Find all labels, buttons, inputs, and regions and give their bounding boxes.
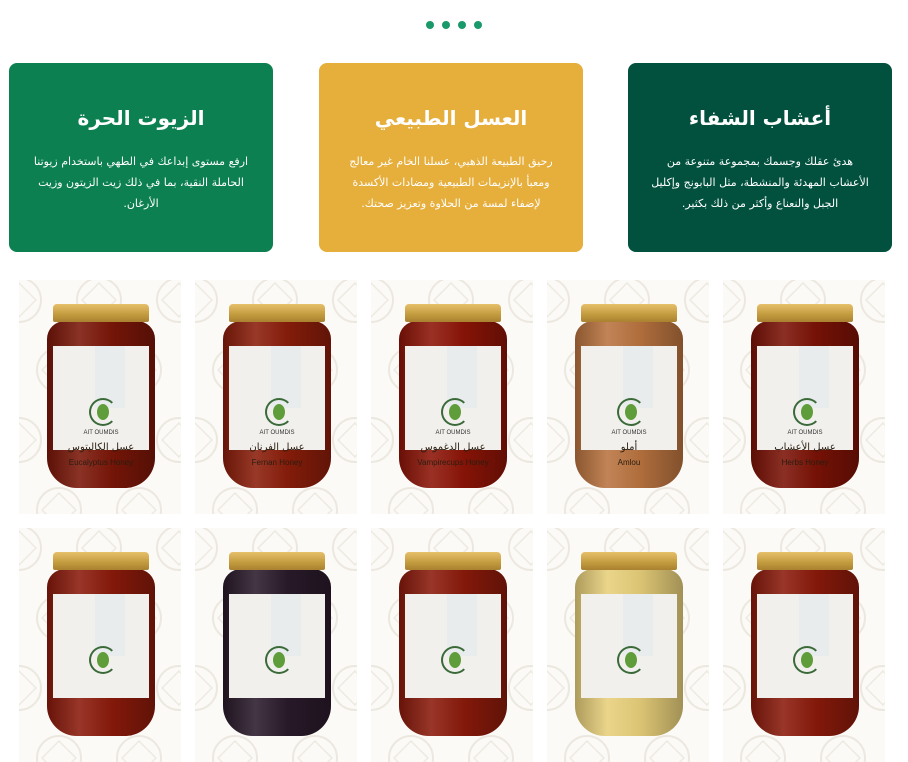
jar-lid [405, 552, 501, 570]
carousel-dot[interactable] [426, 21, 434, 29]
jar-label [581, 594, 677, 698]
jar-label [229, 594, 325, 698]
category-description: رحيق الطبيعة الذهبي، عسلنا الخام غير معا… [349, 155, 553, 210]
leaf-icon [625, 404, 637, 420]
product-card[interactable] [547, 528, 709, 762]
category-card-oils[interactable]: الزيوت الحرة ارفع مستوى إبداعك في الطهي … [9, 63, 273, 252]
product-brand: AIT OUMDIS [83, 430, 119, 436]
jar-lid [229, 552, 325, 570]
product-name-ar: عسل الفرنان [249, 442, 305, 453]
jar-label [405, 594, 501, 698]
product-name-ar: عسل الأعشاب [774, 442, 836, 453]
jar-label: AIT OUMDIS عسل الدغموس Vampirecups Honey [405, 346, 501, 467]
product-name-en: Herbs Honey [781, 458, 829, 467]
category-card-honey[interactable]: العسل الطبيعي رحيق الطبيعة الذهبي، عسلنا… [319, 63, 583, 252]
leaf-icon [97, 404, 109, 420]
product-card[interactable]: AIT OUMDIS عسل الدغموس Vampirecups Honey [371, 280, 533, 514]
leaf-icon [801, 652, 813, 668]
product-card[interactable] [19, 528, 181, 762]
leaf-icon [97, 652, 109, 668]
product-card[interactable]: AIT OUMDIS عسل الفرنان Fernan Honey [195, 280, 357, 514]
leaf-icon [273, 404, 285, 420]
category-description: ارفع مستوى إبداعك في الطهي باستخدام زيوت… [33, 155, 249, 210]
jar-lid [229, 304, 325, 322]
product-name-ar: أملو [620, 442, 638, 453]
jar-lid [405, 304, 501, 322]
jar-lid [53, 552, 149, 570]
leaf-icon [273, 652, 285, 668]
jar-lid [757, 552, 853, 570]
jar-label: AIT OUMDIS عسل الأعشاب Herbs Honey [757, 346, 853, 467]
carousel-dot[interactable] [474, 21, 482, 29]
product-card[interactable] [723, 528, 885, 762]
leaf-icon [801, 404, 813, 420]
product-brand: AIT OUMDIS [259, 430, 295, 436]
jar-label [53, 594, 149, 698]
category-description: هدئ عقلك وجسمك بمجموعة متنوعة من الأعشاب… [651, 155, 869, 210]
product-brand: AIT OUMDIS [611, 430, 647, 436]
product-name-en: Amlou [617, 458, 641, 467]
category-title: الزيوت الحرة [77, 106, 205, 130]
leaf-icon [449, 404, 461, 420]
product-card[interactable]: AIT OUMDIS عسل الكاليتوس Eucalyptus Honey [19, 280, 181, 514]
jar-lid [581, 304, 677, 322]
product-name-en: Vampirecups Honey [417, 458, 489, 467]
carousel-dots [0, 21, 908, 29]
category-cards: الزيوت الحرة ارفع مستوى إبداعك في الطهي … [9, 63, 892, 252]
product-name-en: Eucalyptus Honey [68, 458, 134, 467]
carousel-dot[interactable] [442, 21, 450, 29]
product-brand: AIT OUMDIS [435, 430, 471, 436]
jar-label: AIT OUMDIS عسل الكاليتوس Eucalyptus Honey [53, 346, 149, 467]
jar-lid [581, 552, 677, 570]
category-card-herbs[interactable]: أعشاب الشفاء هدئ عقلك وجسمك بمجموعة متنو… [628, 63, 892, 252]
product-brand: AIT OUMDIS [787, 430, 823, 436]
product-name-ar: عسل الدغموس [420, 442, 486, 453]
product-card[interactable]: AIT OUMDIS عسل الأعشاب Herbs Honey [723, 280, 885, 514]
jar-lid [53, 304, 149, 322]
jar-label [757, 594, 853, 698]
category-title: العسل الطبيعي [374, 106, 528, 130]
jar-lid [757, 304, 853, 322]
product-card[interactable] [371, 528, 533, 762]
leaf-icon [625, 652, 637, 668]
product-card[interactable] [195, 528, 357, 762]
product-card[interactable]: AIT OUMDIS أملو Amlou [547, 280, 709, 514]
category-title: أعشاب الشفاء [688, 106, 832, 130]
carousel-dot[interactable] [458, 21, 466, 29]
product-name-ar: عسل الكاليتوس [67, 442, 135, 453]
product-name-en: Fernan Honey [251, 458, 303, 467]
jar-label: AIT OUMDIS عسل الفرنان Fernan Honey [229, 346, 325, 467]
jar-label: AIT OUMDIS أملو Amlou [581, 346, 677, 467]
leaf-icon [449, 652, 461, 668]
